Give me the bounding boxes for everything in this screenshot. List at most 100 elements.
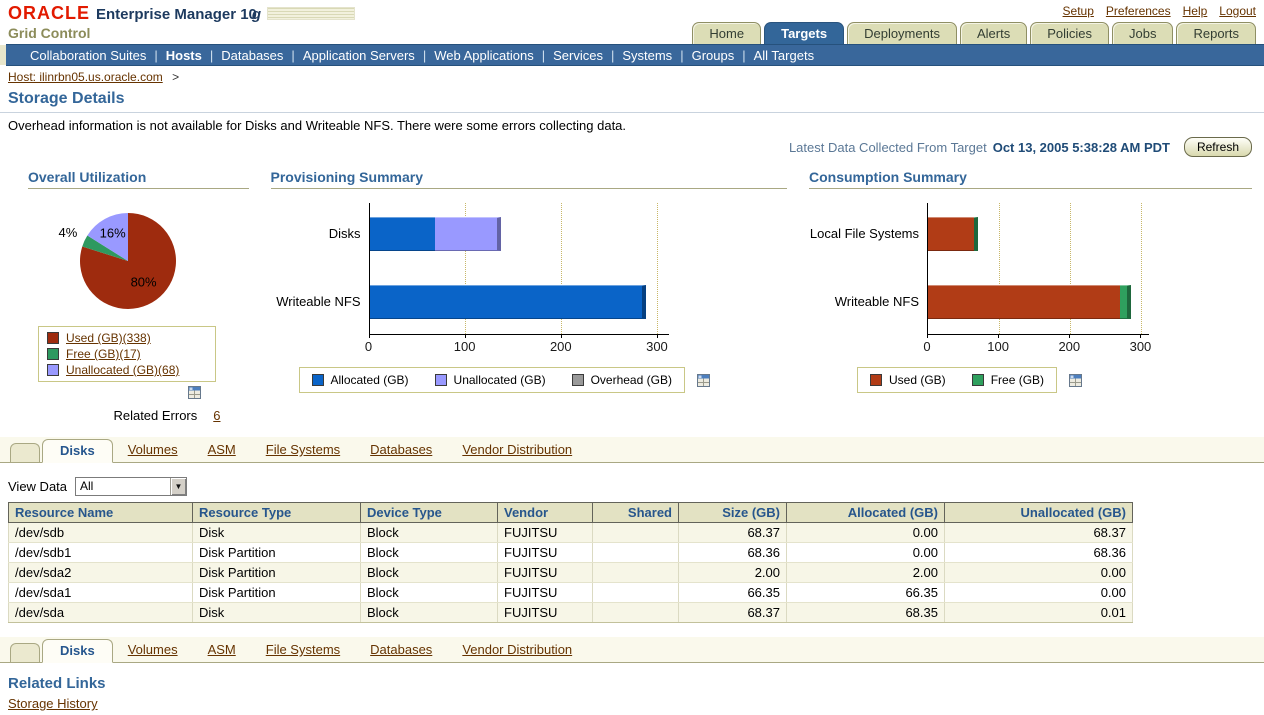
table-view-icon[interactable] [1069, 374, 1082, 387]
subnav-item-groups[interactable]: Groups [692, 48, 735, 63]
x-tick-label: 200 [550, 339, 572, 354]
cell-unallocated-gb: 0.01 [945, 603, 1133, 623]
table-row: /dev/sda2Disk PartitionBlockFUJITSU2.002… [9, 563, 1133, 583]
bar-legend: Allocated (GB)Unallocated (GB)Overhead (… [299, 367, 685, 393]
cell-unallocated-gb: 0.00 [945, 583, 1133, 603]
subtab-asm[interactable]: ASM [208, 642, 236, 662]
overall-utilization-section: Overall Utilization 80%4%16% Used (GB)(3… [28, 169, 249, 423]
subnav-item-application-servers[interactable]: Application Servers [303, 48, 415, 63]
global-link-logout[interactable]: Logout [1219, 4, 1256, 18]
tab-policies[interactable]: Policies [1030, 22, 1109, 44]
subtab-volumes[interactable]: Volumes [128, 642, 178, 662]
category-label-disks: Disks [271, 217, 361, 251]
cell-shared [593, 563, 679, 583]
table-view-icon[interactable] [697, 374, 710, 387]
plot-area [927, 203, 1149, 335]
subnav-item-systems[interactable]: Systems [622, 48, 672, 63]
bar-segment-used-gb[interactable] [928, 217, 974, 251]
cell-shared [593, 523, 679, 543]
latest-data-timestamp: Oct 13, 2005 5:38:28 AM PDT [993, 140, 1170, 155]
bar-segment-unallocated-gb[interactable] [435, 217, 501, 251]
subnav-separator: | [742, 48, 745, 63]
subtab-stub [10, 643, 40, 662]
column-header-device-type[interactable]: Device Type [361, 503, 498, 523]
dropdown-arrow-icon[interactable]: ▼ [170, 478, 186, 495]
bar-legend-row: Used (GB)Free (GB) [857, 367, 1252, 393]
overall-utilization-pie-chart: 80%4%16% [28, 203, 249, 324]
cell-device-type: Block [361, 523, 498, 543]
subtab-file-systems[interactable]: File Systems [266, 642, 340, 662]
global-link-help[interactable]: Help [1183, 4, 1208, 18]
column-header-vendor[interactable]: Vendor [498, 503, 593, 523]
subtab-asm[interactable]: ASM [208, 442, 236, 462]
legend-item-free-gb-17: Free (GB)(17) [47, 346, 207, 362]
subnav-item-collaboration-suites[interactable]: Collaboration Suites [30, 48, 146, 63]
legend-link-free-gb-17[interactable]: Free (GB)(17) [66, 347, 141, 361]
refresh-button[interactable]: Refresh [1184, 137, 1252, 157]
view-data-selected-value: All [76, 478, 170, 495]
global-link-setup[interactable]: Setup [1063, 4, 1094, 18]
breadcrumb-host-link[interactable]: Host: ilinrbn05.us.oracle.com [8, 70, 163, 84]
cell-device-type: Block [361, 563, 498, 583]
bar-writeable-nfs[interactable] [928, 285, 1149, 319]
x-axis: 0100200300 [927, 335, 1149, 355]
provisioning-summary-section: Provisioning Summary DisksWriteable NFS0… [271, 169, 788, 423]
bar-segment-free-gb[interactable] [974, 217, 978, 251]
cell-resource-type: Disk Partition [193, 583, 361, 603]
related-errors-count-link[interactable]: 6 [213, 408, 220, 423]
global-link-preferences[interactable]: Preferences [1106, 4, 1171, 18]
subtab-volumes[interactable]: Volumes [128, 442, 178, 462]
tab-alerts[interactable]: Alerts [960, 22, 1027, 44]
subtab-databases[interactable]: Databases [370, 642, 432, 662]
subnav-separator: | [680, 48, 683, 63]
subtab-file-systems[interactable]: File Systems [266, 442, 340, 462]
subnav-item-all-targets[interactable]: All Targets [754, 48, 814, 63]
cell-allocated-gb: 2.00 [787, 563, 945, 583]
bar-segment-free-gb[interactable] [1120, 285, 1131, 319]
tab-targets[interactable]: Targets [764, 22, 844, 44]
column-header-shared[interactable]: Shared [593, 503, 679, 523]
bar-plot-area: DisksWriteable NFS [271, 203, 788, 335]
bar-disks[interactable] [370, 217, 669, 251]
cell-resource-name: /dev/sdb [9, 523, 193, 543]
table-view-icon[interactable] [188, 386, 201, 402]
legend-link-used-gb-338[interactable]: Used (GB)(338) [66, 331, 151, 345]
column-header-resource-type[interactable]: Resource Type [193, 503, 361, 523]
subtab-disks[interactable]: Disks [42, 639, 113, 663]
x-tick-mark [1140, 335, 1141, 338]
legend-item-unallocated-gb: Unallocated (GB) [435, 372, 546, 388]
column-header-size-gb[interactable]: Size (GB) [679, 503, 787, 523]
bar-segment-allocated-gb[interactable] [370, 285, 646, 319]
column-header-unallocated-gb[interactable]: Unallocated (GB) [945, 503, 1133, 523]
subtab-vendor-distribution[interactable]: Vendor Distribution [462, 642, 572, 662]
overall-utilization-title: Overall Utilization [28, 169, 249, 189]
cell-shared [593, 543, 679, 563]
bar-local-file-systems[interactable] [928, 217, 1149, 251]
subnav-separator: | [611, 48, 614, 63]
tab-jobs[interactable]: Jobs [1112, 22, 1173, 44]
bar-writeable-nfs[interactable] [370, 285, 669, 319]
subnav-item-web-applications[interactable]: Web Applications [434, 48, 534, 63]
column-header-resource-name[interactable]: Resource Name [9, 503, 193, 523]
tab-home[interactable]: Home [692, 22, 761, 44]
charts-region: Overall Utilization 80%4%16% Used (GB)(3… [0, 157, 1264, 423]
tab-deployments[interactable]: Deployments [847, 22, 957, 44]
x-tick-mark [927, 335, 928, 338]
bar-segment-allocated-gb[interactable] [370, 217, 436, 251]
view-data-select[interactable]: All ▼ [75, 477, 187, 496]
subnav-item-services[interactable]: Services [553, 48, 603, 63]
tab-reports[interactable]: Reports [1176, 22, 1256, 44]
subnav-item-hosts[interactable]: Hosts [166, 48, 202, 63]
cell-shared [593, 583, 679, 603]
legend-swatch [47, 364, 59, 376]
subnav-item-databases[interactable]: Databases [221, 48, 283, 63]
bar-segment-used-gb[interactable] [928, 285, 1120, 319]
subtab-vendor-distribution[interactable]: Vendor Distribution [462, 442, 572, 462]
column-header-allocated-gb[interactable]: Allocated (GB) [787, 503, 945, 523]
latest-data-label: Latest Data Collected From Target [789, 140, 987, 155]
x-tick-mark [369, 335, 370, 338]
storage-history-link[interactable]: Storage History [8, 696, 98, 711]
legend-link-unallocated-gb-68[interactable]: Unallocated (GB)(68) [66, 363, 179, 377]
subtab-disks[interactable]: Disks [42, 439, 113, 463]
subtab-databases[interactable]: Databases [370, 442, 432, 462]
